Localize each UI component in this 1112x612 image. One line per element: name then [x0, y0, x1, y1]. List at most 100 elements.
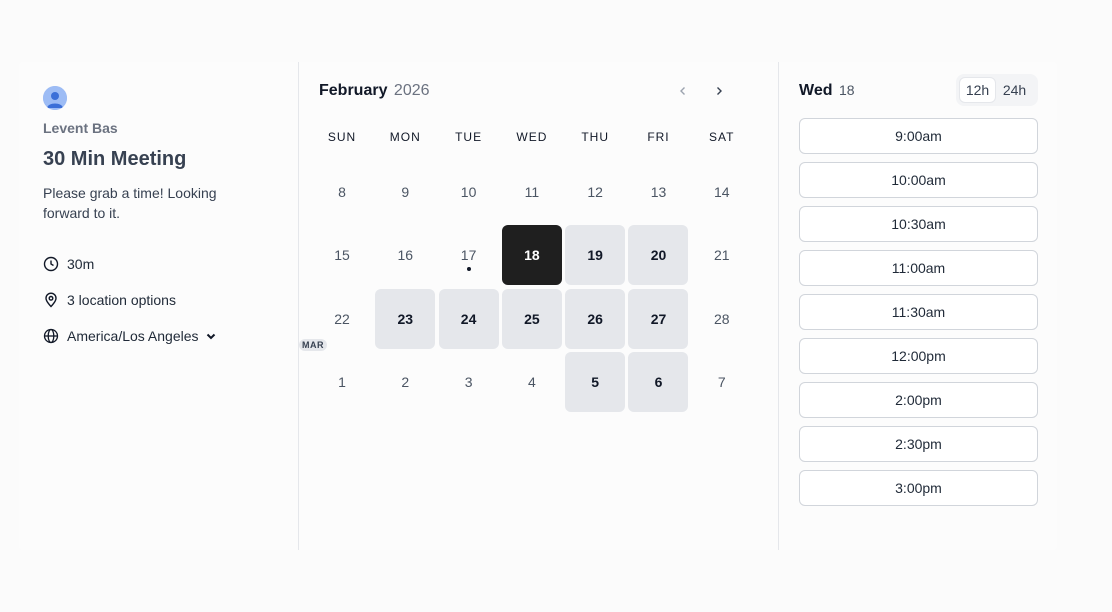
- day-cell: 9: [375, 162, 435, 222]
- day-cell: 12: [565, 162, 625, 222]
- day-cell: 15: [312, 225, 372, 285]
- weekday-header-row: SUN MON TUE WED THU FRI SAT: [312, 130, 752, 144]
- day-cell: 4: [502, 352, 562, 412]
- timeslot-button[interactable]: 11:30am: [799, 294, 1038, 330]
- day-number: 24: [460, 310, 477, 327]
- event-info-panel: Levent Bas 30 Min Meeting Please grab a …: [19, 62, 299, 550]
- day-number: 23: [397, 310, 414, 327]
- day-number: 20: [650, 247, 667, 264]
- day-cell: 1 MAR: [299, 338, 372, 412]
- day-cell[interactable]: 5: [565, 351, 626, 412]
- day-cell: 13: [628, 162, 688, 222]
- location-label: 3 location options: [67, 292, 176, 308]
- timeslot-button[interactable]: 12:00pm: [799, 338, 1038, 374]
- day-cell-selected[interactable]: 18: [501, 225, 562, 286]
- day-number: 22: [334, 310, 350, 327]
- weekday-label: FRI: [647, 130, 670, 144]
- timezone-label: America/Los Angeles: [67, 328, 199, 344]
- day-number: 5: [591, 373, 600, 390]
- map-pin-icon: [43, 292, 59, 308]
- next-month-button[interactable]: [707, 82, 731, 104]
- event-title: 30 Min Meeting: [43, 148, 187, 170]
- clock-icon: [43, 256, 59, 272]
- weekday-label: WED: [516, 130, 548, 144]
- timezone-select[interactable]: America/Los Angeles: [43, 326, 217, 346]
- timeslot-list: 9:00am 10:00am 10:30am 11:00am 11:30am 12:00p…: [799, 118, 1038, 514]
- day-cell: 17: [439, 225, 499, 285]
- day-cell[interactable]: 26: [565, 288, 626, 349]
- time-format-toggle: 12h 24h: [956, 74, 1038, 106]
- day-cell: 8: [312, 162, 372, 222]
- timeslot-button[interactable]: 10:30am: [799, 206, 1038, 242]
- today-indicator-dot: [466, 267, 471, 272]
- format-12h-button[interactable]: 12h: [959, 77, 996, 103]
- day-number: 21: [713, 247, 730, 264]
- day-cell: 2: [375, 352, 435, 412]
- duration-row: 30m: [43, 254, 94, 274]
- calendar-header: February 2026: [319, 82, 759, 104]
- day-cell[interactable]: 6: [628, 351, 689, 412]
- duration-label: 30m: [67, 256, 95, 272]
- day-number: 7: [717, 373, 726, 390]
- day-cell: 16: [375, 225, 435, 285]
- day-number: 14: [713, 184, 730, 200]
- day-number: 17: [460, 247, 477, 264]
- month-label: February: [319, 82, 388, 99]
- day-number: 16: [397, 247, 414, 264]
- timeslot-button[interactable]: 11:00am: [799, 250, 1038, 286]
- day-number: 27: [650, 310, 667, 327]
- chevron-down-icon: [205, 330, 217, 342]
- day-cell: 21: [692, 225, 752, 285]
- day-number: 19: [587, 247, 603, 264]
- chevron-right-icon: [713, 84, 725, 102]
- day-cell[interactable]: 20: [628, 225, 689, 286]
- selected-date-heading: Wed 18: [799, 82, 855, 100]
- day-number: 6: [654, 373, 663, 390]
- day-number: 12: [587, 184, 603, 200]
- day-number: 15: [334, 247, 350, 264]
- day-cell: 14: [692, 162, 752, 222]
- day-number: 1: [338, 373, 346, 390]
- format-24h-button[interactable]: 24h: [996, 77, 1033, 103]
- day-number: 10: [460, 184, 477, 200]
- day-number: 2: [401, 373, 410, 390]
- day-cell[interactable]: 25: [501, 288, 562, 349]
- day-number: 28: [713, 310, 730, 327]
- day-cell[interactable]: 19: [565, 225, 626, 286]
- weekday-label: SAT: [709, 130, 735, 144]
- weekday-label: THU: [581, 130, 610, 144]
- day-number: 3: [464, 373, 473, 390]
- day-number: 11: [524, 184, 540, 200]
- chevron-left-icon: [677, 84, 689, 102]
- day-cell[interactable]: 24: [438, 288, 499, 349]
- avatar: [43, 86, 67, 110]
- day-number: 25: [524, 310, 540, 327]
- timeslot-button[interactable]: 10:00am: [799, 162, 1038, 198]
- event-description: Please grab a time! Looking forward to i…: [43, 185, 217, 221]
- weekday-label: MON: [389, 130, 421, 144]
- day-cell[interactable]: 27: [628, 288, 689, 349]
- month-badge: MAR: [299, 338, 327, 351]
- day-cell: 28: [692, 289, 752, 349]
- day-number: 4: [527, 373, 536, 390]
- day-cell: 7: [692, 352, 752, 412]
- globe-icon: [43, 328, 59, 344]
- day-cell: 3: [439, 352, 499, 412]
- timeslot-button[interactable]: 2:30pm: [799, 426, 1038, 462]
- day-number: 26: [587, 310, 603, 327]
- day-number: 8: [338, 184, 346, 200]
- booking-card: Levent Bas 30 Min Meeting Please grab a …: [19, 62, 1057, 550]
- weekday-label: SUN: [327, 130, 357, 144]
- timeslot-button[interactable]: 9:00am: [799, 118, 1038, 154]
- selected-weekday: Wed: [799, 82, 833, 99]
- day-number: 9: [401, 184, 410, 200]
- timeslot-button[interactable]: 2:00pm: [799, 382, 1038, 418]
- day-number: 18: [524, 247, 540, 264]
- day-cell[interactable]: 23: [375, 288, 436, 349]
- year-label: 2026: [393, 82, 430, 99]
- timeslot-button[interactable]: 3:00pm: [799, 470, 1038, 506]
- host-name: Levent Bas: [43, 120, 118, 136]
- day-cell: 10: [439, 162, 499, 222]
- previous-month-button[interactable]: [671, 82, 695, 104]
- weekday-label: TUE: [455, 130, 483, 144]
